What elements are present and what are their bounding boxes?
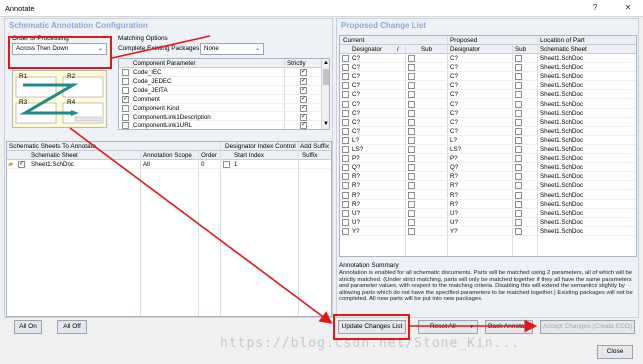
annotation-arrows: [69, 35, 538, 333]
arrow-to-update-button: [69, 127, 333, 324]
arrow-to-matching-options: [111, 35, 211, 59]
